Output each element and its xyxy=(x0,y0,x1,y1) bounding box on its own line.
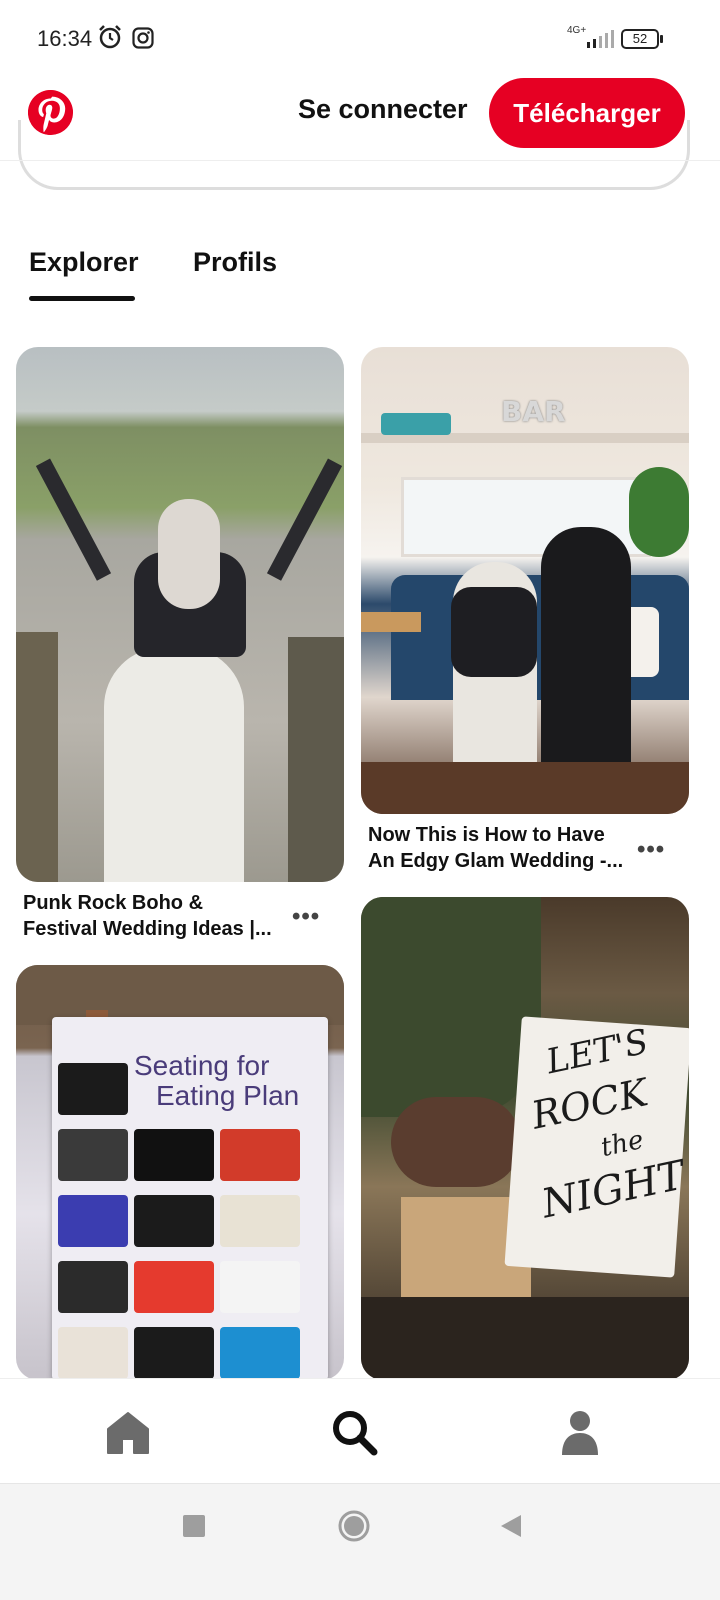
right-arm xyxy=(266,458,343,581)
pin-more-options-1[interactable]: ••• xyxy=(292,903,320,931)
instagram-icon xyxy=(132,27,154,49)
pin-title-2[interactable]: Now This is How to Have An Edgy Glam Wed… xyxy=(368,822,628,874)
fence-right xyxy=(288,637,344,882)
window-frame xyxy=(16,965,344,1025)
pin-image-edgy-glam-wedding[interactable]: BAR xyxy=(361,347,689,814)
pin-more-options-2[interactable]: ••• xyxy=(637,836,665,864)
greenery xyxy=(361,897,541,1117)
profile-icon[interactable] xyxy=(560,1409,600,1455)
pin-title-1-line2: Festival Wedding Ideas |... xyxy=(23,918,272,940)
battery-icon: 52 xyxy=(621,29,665,51)
jars xyxy=(381,413,451,435)
tab-profiles[interactable]: Profils xyxy=(193,247,277,278)
pin-title-1[interactable]: Punk Rock Boho & Festival Wedding Ideas … xyxy=(23,890,283,942)
status-bar: 16:34 4G+ 52 xyxy=(0,0,720,78)
pin-image-rock-the-night[interactable]: LET'S ROCK the NIGHT xyxy=(361,897,689,1380)
pin-image-seating-plan[interactable]: Seating for Eating Plan xyxy=(16,965,344,1380)
pin-image-punk-rock-boho[interactable] xyxy=(16,347,344,882)
pin-title-2-line2: An Edgy Glam Wedding -... xyxy=(368,850,624,872)
pin-title-2-line1: Now This is How to Have xyxy=(368,824,605,846)
record-grid xyxy=(58,1063,328,1380)
flower-arrangement xyxy=(391,1097,521,1187)
left-arm xyxy=(35,458,112,581)
dress-figure xyxy=(104,647,244,882)
header-divider xyxy=(0,160,720,161)
alarm-icon xyxy=(99,25,121,49)
bottom-navigation xyxy=(0,1378,720,1483)
fence-left xyxy=(16,632,58,882)
system-navigation-bar xyxy=(0,1483,720,1600)
home-icon[interactable] xyxy=(106,1411,150,1455)
bar-sign: BAR xyxy=(501,395,566,428)
hair-figure xyxy=(158,499,220,609)
status-time: 16:34 xyxy=(37,26,93,51)
search-icon[interactable] xyxy=(331,1409,379,1457)
bride-jacket xyxy=(451,587,537,677)
signal-icon xyxy=(587,30,614,48)
battery-tip xyxy=(660,35,663,43)
home-circle-icon[interactable] xyxy=(337,1509,371,1543)
search-bar[interactable] xyxy=(18,120,690,190)
plant xyxy=(629,467,689,557)
network-type: 4G+ xyxy=(567,25,587,36)
recent-apps-icon[interactable] xyxy=(183,1515,205,1537)
pin-title-1-line1: Punk Rock Boho & xyxy=(23,892,204,914)
floor-lights xyxy=(361,1297,689,1380)
battery-level: 52 xyxy=(621,29,659,49)
back-triangle-icon[interactable] xyxy=(499,1513,523,1539)
tab-explorer[interactable]: Explorer xyxy=(29,247,139,278)
active-tab-indicator xyxy=(29,296,135,301)
floor xyxy=(361,762,689,814)
table-top xyxy=(361,612,421,632)
